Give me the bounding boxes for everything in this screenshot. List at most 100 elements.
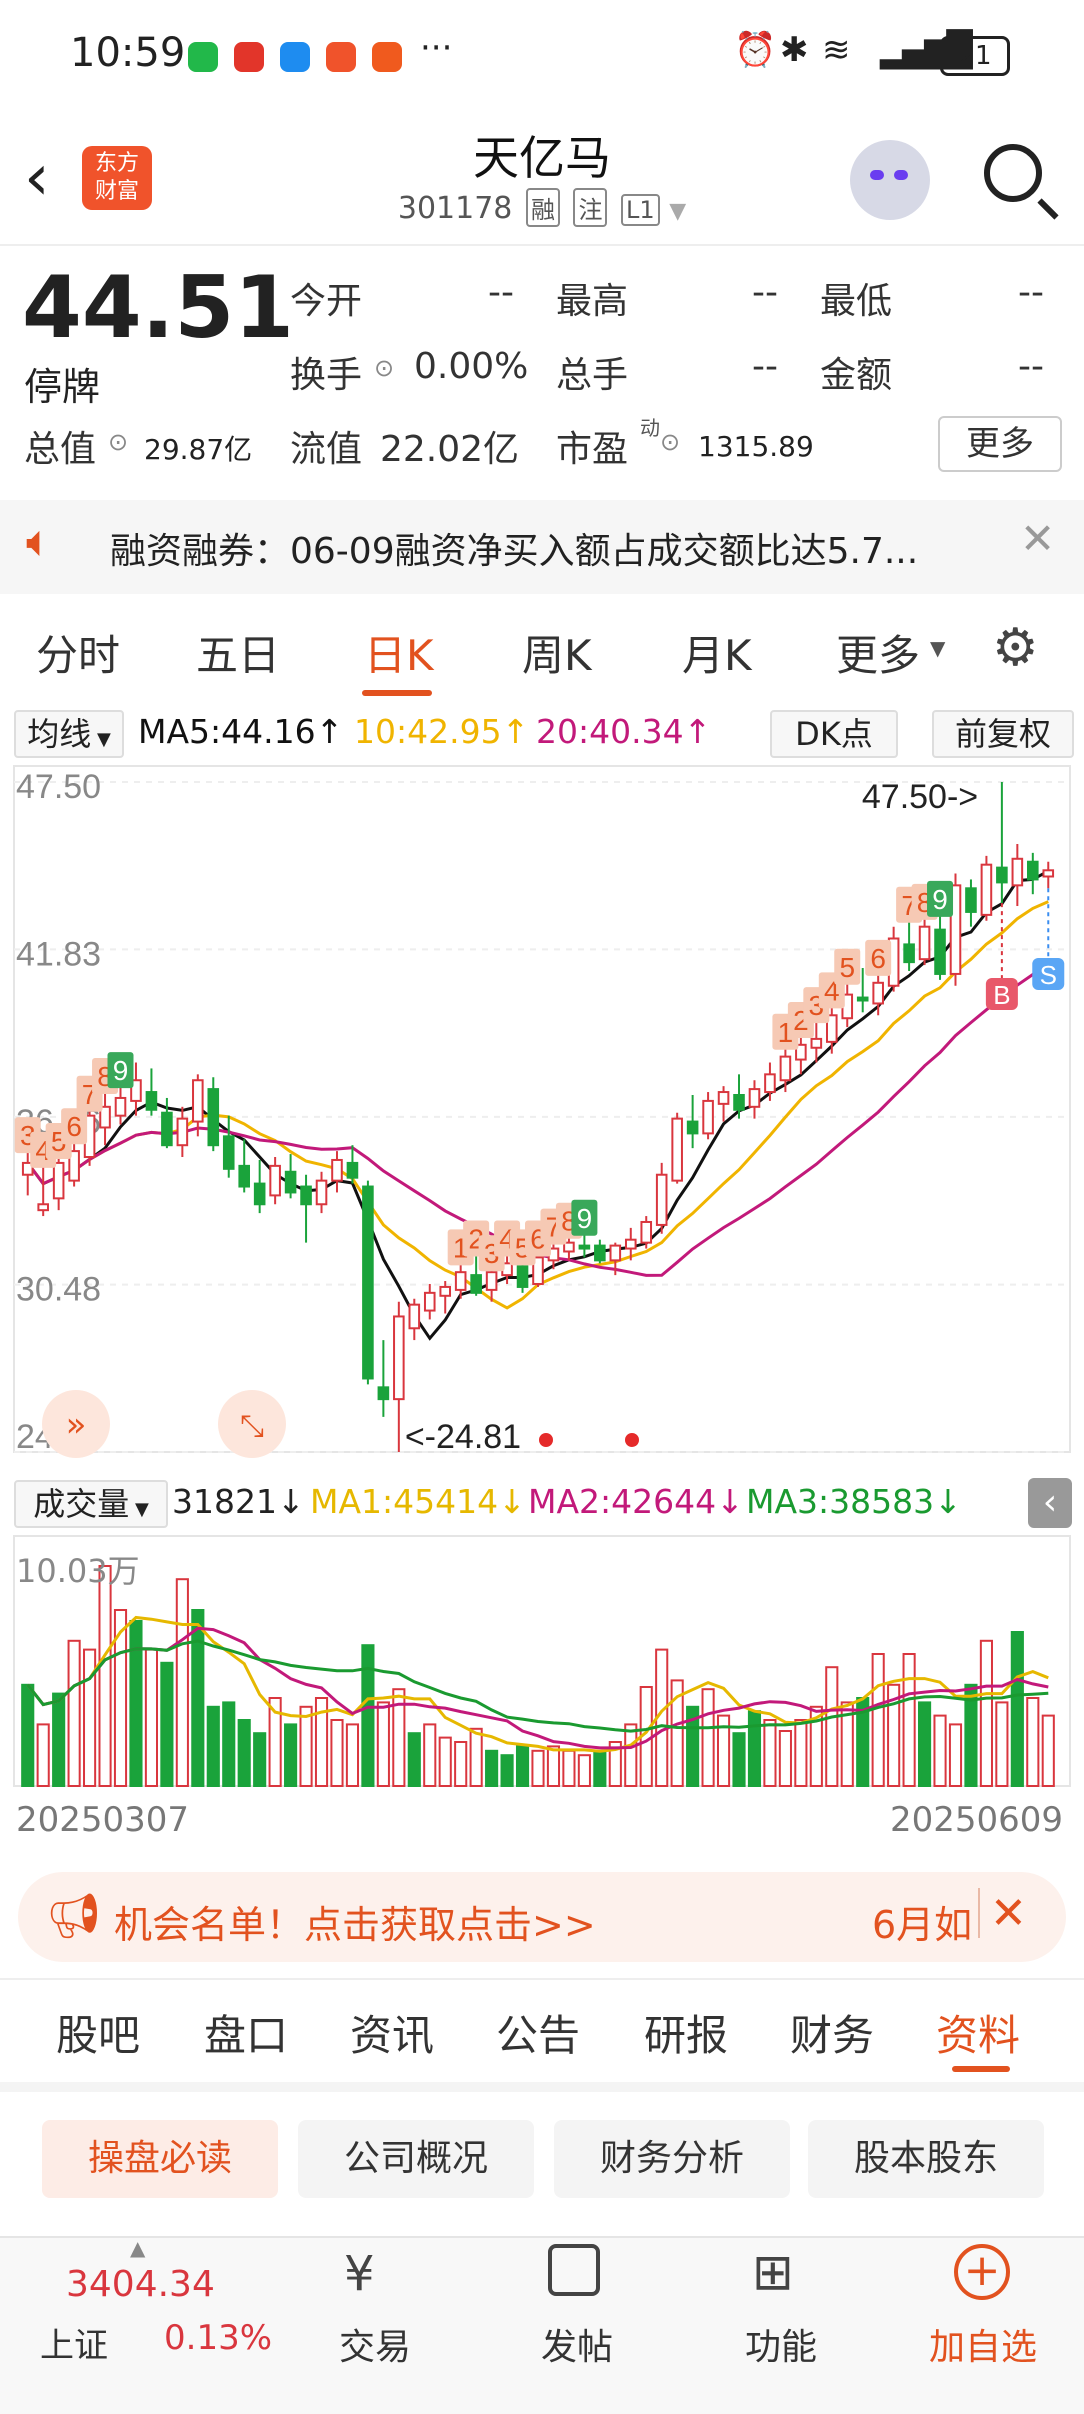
pill-shareholders[interactable]: 股本股东 xyxy=(808,2120,1044,2198)
post-icon[interactable] xyxy=(548,2244,600,2296)
volume-bar xyxy=(129,1620,143,1787)
candle-body xyxy=(764,1073,776,1094)
grid-icon[interactable]: ⊞ xyxy=(752,2244,794,2300)
candle-body xyxy=(563,1241,575,1253)
volume-bar xyxy=(763,1719,777,1787)
message-icon xyxy=(280,42,310,72)
volume-bar xyxy=(438,1736,452,1788)
tab-monthly-k[interactable]: 月K xyxy=(682,622,752,683)
tab-daily-k[interactable]: 日K xyxy=(364,622,434,683)
gear-icon[interactable]: ⚙ xyxy=(992,618,1039,678)
tabbar-add-watchlist[interactable]: 加自选 xyxy=(918,2318,1048,2370)
low-value: -- xyxy=(1018,272,1044,313)
info-icon[interactable]: ⊙ xyxy=(374,354,394,382)
tab-profile[interactable]: 资料 xyxy=(936,2002,1020,2063)
volume-bar xyxy=(52,1692,66,1788)
signal-number: 9 xyxy=(932,884,948,915)
amount-label: 金额 xyxy=(820,355,893,396)
x-end-label: 20250609 xyxy=(890,1800,1064,1840)
volume-bar xyxy=(376,1701,390,1787)
candle-body xyxy=(439,1285,452,1297)
tabbar-post[interactable]: 发帖 xyxy=(512,2318,642,2370)
tabbar-functions[interactable]: 功能 xyxy=(716,2318,846,2370)
tab-more[interactable]: 更多 xyxy=(836,622,920,683)
volume-bar xyxy=(933,1714,947,1788)
candle-body xyxy=(114,1096,127,1117)
dk-point-select[interactable]: DK点 xyxy=(770,710,898,758)
divider xyxy=(978,1888,980,1938)
app-icon xyxy=(372,42,402,72)
float-cap-value: 22.02亿 xyxy=(380,429,520,470)
tab-five-day[interactable]: 五日 xyxy=(196,622,280,683)
volume-bar xyxy=(1041,1714,1055,1788)
search-icon[interactable] xyxy=(984,144,1042,202)
volume-bar xyxy=(253,1732,267,1787)
banner-text[interactable]: 机会名单！点击获取点击>> xyxy=(114,1894,596,1949)
candle-body xyxy=(393,1315,405,1401)
volume-bar xyxy=(515,1745,530,1787)
index-price[interactable]: 3404.34 xyxy=(66,2264,215,2305)
tab-order-book[interactable]: 盘口 xyxy=(204,2002,288,2063)
alarm-icon: ⏰ xyxy=(734,30,777,70)
candle-body xyxy=(37,1203,49,1212)
tab-weekly-k[interactable]: 周K xyxy=(522,622,592,683)
candle-body xyxy=(1042,869,1055,878)
pill-trading-must-read[interactable]: 操盘必读 xyxy=(42,2120,278,2198)
close-icon[interactable]: ✕ xyxy=(990,1888,1027,1939)
pill-financial-analysis[interactable]: 财务分析 xyxy=(554,2120,790,2198)
adjust-select[interactable]: 前复权 xyxy=(932,710,1074,758)
wifi-icon: ≋ xyxy=(822,30,851,70)
candle-body xyxy=(671,1117,683,1182)
candle-body xyxy=(1027,860,1039,881)
volume-select[interactable]: 成交量 ▼ xyxy=(14,1480,168,1528)
kline-chart[interactable]: 47.5041.8336.1630.4824.8147.50-><-24.813… xyxy=(0,762,1084,1470)
info-icon[interactable]: ⊙ xyxy=(108,428,128,456)
volume-bar xyxy=(732,1732,746,1787)
collapse-panel-button[interactable]: ‹ xyxy=(1028,1478,1072,1528)
tabbar-trade[interactable]: 交易 xyxy=(310,2318,440,2370)
chevron-up-icon[interactable]: ▲ xyxy=(130,2236,145,2260)
volume-bar xyxy=(469,1727,483,1788)
close-icon[interactable]: ✕ xyxy=(1020,514,1055,563)
volume-bar xyxy=(1010,1631,1024,1787)
candle-body xyxy=(52,1161,65,1200)
candle-body xyxy=(516,1265,529,1288)
trade-icon[interactable]: ¥ xyxy=(344,2246,375,2302)
high-value: -- xyxy=(752,272,778,313)
send-icon xyxy=(326,42,356,72)
tab-news[interactable]: 资讯 xyxy=(350,2002,434,2063)
tab-research[interactable]: 研报 xyxy=(644,2002,728,2063)
candle-body xyxy=(980,863,993,916)
volume-bar xyxy=(825,1666,839,1787)
low-label: 最低 xyxy=(820,281,893,322)
info-icon[interactable]: ⊙ xyxy=(660,428,680,456)
volume-bar xyxy=(175,1578,189,1788)
total-cap-value: 29.87亿 xyxy=(144,433,253,466)
tab-finance[interactable]: 财务 xyxy=(790,2002,874,2063)
marker-dot xyxy=(625,1433,639,1447)
pill-company-overview[interactable]: 公司概况 xyxy=(298,2120,534,2198)
candle-body xyxy=(702,1099,714,1135)
more-button[interactable]: 更多 xyxy=(938,416,1062,472)
volume-bar xyxy=(577,1754,591,1787)
tab-intraday[interactable]: 分时 xyxy=(36,622,120,683)
notice-text[interactable]: 融资融券：06-09融资净买入额占成交额比达5.7... xyxy=(110,522,918,574)
signal-number: 9 xyxy=(577,1203,593,1234)
tab-announcements[interactable]: 公告 xyxy=(496,2002,580,2063)
ma20-value: 20:40.34↑ xyxy=(536,712,712,751)
candle-body xyxy=(470,1274,482,1294)
volume-chart[interactable] xyxy=(0,1530,1084,1790)
volume-bar xyxy=(160,1661,174,1787)
volume-bar xyxy=(36,1723,50,1787)
ma-select[interactable]: 均线 ▼ xyxy=(14,710,124,758)
chevron-down-icon[interactable]: ▼ xyxy=(669,199,686,224)
add-icon[interactable]: + xyxy=(954,2244,1010,2300)
tab-forum[interactable]: 股吧 xyxy=(56,2002,140,2063)
ma10-value: 10:42.95↑ xyxy=(354,712,530,751)
candle-body xyxy=(145,1091,158,1111)
candle-body xyxy=(934,928,946,975)
pe-superscript: 动 xyxy=(640,416,660,440)
amount-value: -- xyxy=(1018,346,1044,387)
assistant-avatar[interactable] xyxy=(850,140,930,220)
volume-bar xyxy=(237,1719,251,1787)
